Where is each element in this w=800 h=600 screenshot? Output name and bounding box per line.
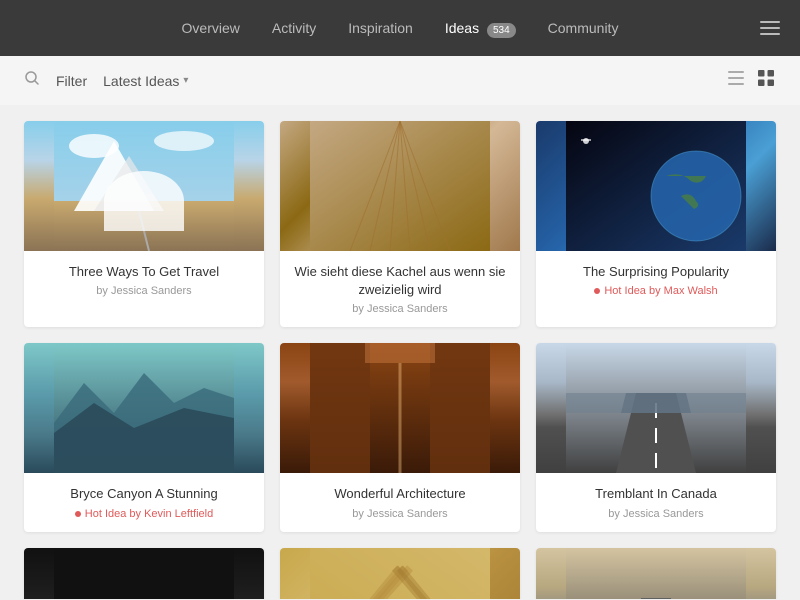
nav-item-community[interactable]: Community (548, 20, 619, 36)
ideas-badge: 534 (487, 23, 516, 38)
card-body: Bryce Canyon A Stunning Hot Idea by Kevin… (24, 473, 264, 531)
card-title: Bryce Canyon A Stunning (36, 485, 252, 503)
list-view-button[interactable] (726, 69, 746, 92)
toolbar-left: Filter Latest Ideas ▾ (24, 70, 188, 91)
card-author: by Jessica Sanders (548, 508, 764, 520)
card-image (536, 343, 776, 473)
card-item[interactable] (280, 548, 520, 599)
card-item[interactable]: Wonderful Architecture by Jessica Sanders (280, 343, 520, 531)
card-body: Wonderful Architecture by Jessica Sanders (280, 473, 520, 531)
card-title: Three Ways To Get Travel (36, 263, 252, 281)
card-image (280, 343, 520, 473)
nav-item-activity[interactable]: Activity (272, 20, 316, 36)
filter-button[interactable]: Filter (56, 73, 87, 89)
hot-dot-icon (594, 288, 600, 294)
toolbar: Filter Latest Ideas ▾ (0, 56, 800, 105)
card-item[interactable]: Three Ways To Get Travel by Jessica Sande… (24, 121, 264, 327)
card-item[interactable]: The Surprising Popularity Hot Idea by Max… (536, 121, 776, 327)
card-body: Tremblant In Canada by Jessica Sanders (536, 473, 776, 531)
hot-dot-icon (75, 511, 81, 517)
card-image (24, 548, 264, 599)
grid-view-button[interactable] (756, 68, 776, 93)
card-title: The Surprising Popularity (548, 263, 764, 281)
nav-items: Overview Activity Inspiration Ideas 534 … (182, 20, 619, 36)
toolbar-right (726, 68, 776, 93)
card-image (536, 548, 776, 599)
nav-item-ideas[interactable]: Ideas 534 (445, 20, 516, 36)
sort-dropdown[interactable]: Latest Ideas ▾ (103, 73, 188, 89)
card-image (24, 343, 264, 473)
card-item[interactable]: Tremblant In Canada by Jessica Sanders (536, 343, 776, 531)
card-author: by Jessica Sanders (36, 285, 252, 297)
card-item[interactable] (536, 548, 776, 599)
card-title: Wonderful Architecture (292, 485, 508, 503)
content-area: Three Ways To Get Travel by Jessica Sande… (0, 105, 800, 599)
card-image (24, 121, 264, 251)
card-image (280, 548, 520, 599)
search-icon[interactable] (24, 70, 40, 91)
navbar: Overview Activity Inspiration Ideas 534 … (0, 0, 800, 56)
card-body: The Surprising Popularity Hot Idea by Max… (536, 251, 776, 309)
card-hot-label: Hot Idea by Kevin Leftfield (36, 508, 252, 520)
card-item[interactable] (24, 548, 264, 599)
card-title: Wie sieht diese Kachel aus wenn sie zwei… (292, 263, 508, 299)
card-body: Three Ways To Get Travel by Jessica Sande… (24, 251, 264, 309)
card-image (280, 121, 520, 251)
card-image (536, 121, 776, 251)
nav-item-inspiration[interactable]: Inspiration (348, 20, 413, 36)
card-author: by Jessica Sanders (292, 303, 508, 315)
card-author: by Jessica Sanders (292, 508, 508, 520)
chevron-down-icon: ▾ (183, 75, 188, 86)
card-item[interactable]: Wie sieht diese Kachel aus wenn sie zwei… (280, 121, 520, 327)
ideas-grid: Three Ways To Get Travel by Jessica Sande… (24, 121, 776, 599)
card-item[interactable]: Bryce Canyon A Stunning Hot Idea by Kevin… (24, 343, 264, 531)
hamburger-menu[interactable] (760, 21, 780, 35)
nav-item-overview[interactable]: Overview (182, 20, 240, 36)
card-hot-label: Hot Idea by Max Walsh (548, 285, 764, 297)
card-body: Wie sieht diese Kachel aus wenn sie zwei… (280, 251, 520, 327)
card-title: Tremblant In Canada (548, 485, 764, 503)
